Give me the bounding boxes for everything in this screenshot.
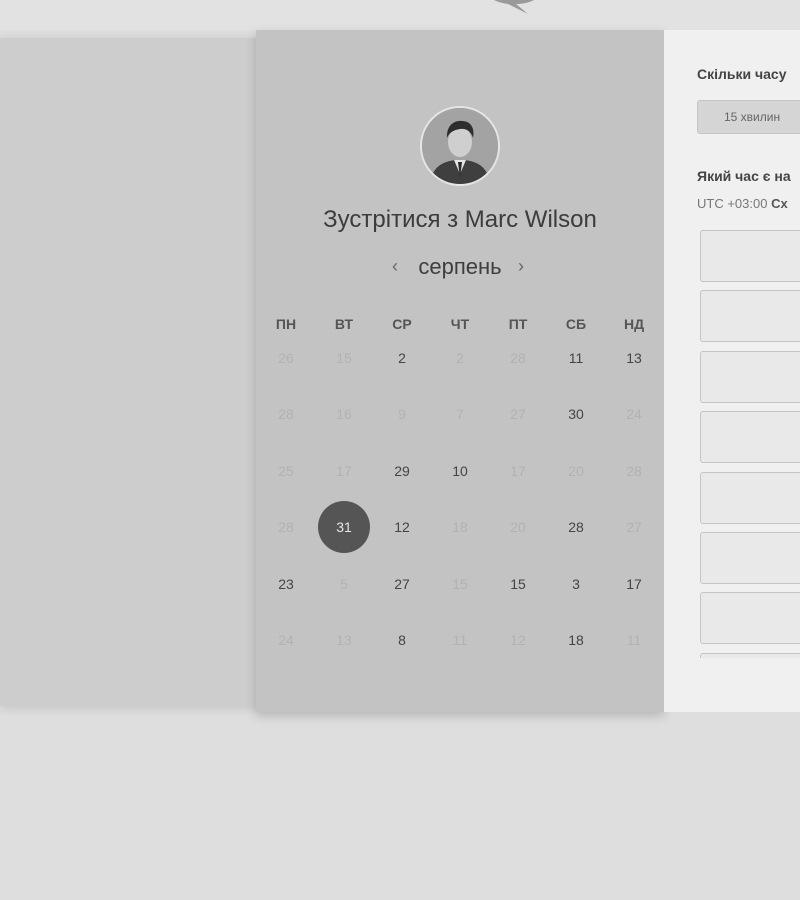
calendar-day[interactable]: 3 bbox=[550, 558, 602, 610]
time-slot-button[interactable] bbox=[700, 532, 800, 584]
timezone-name: Сх bbox=[771, 196, 788, 211]
calendar-day: 9 bbox=[398, 406, 406, 423]
weekday-label: СР bbox=[392, 316, 412, 332]
calendar-day: 15 bbox=[452, 575, 468, 592]
time-slot-button[interactable] bbox=[700, 230, 800, 282]
calendar-day: 16 bbox=[336, 406, 352, 423]
calendar-day: 26 bbox=[278, 350, 294, 366]
timezone-label: UTC +03:00 Сх bbox=[697, 196, 788, 211]
weekday-label: СБ bbox=[565, 316, 587, 332]
calendar-panel: Зустрітися з Marc Wilson ‹ серпень › ПН В… bbox=[256, 30, 664, 712]
calendar-day[interactable]: 30 bbox=[550, 388, 602, 440]
calendar-day[interactable]: 11 bbox=[550, 332, 602, 384]
month-navigation: ‹ серпень › bbox=[256, 254, 664, 282]
time-slot-button[interactable] bbox=[700, 471, 800, 524]
booking-panel: Скільки часу 15 хвилин Який час є на UTC… bbox=[664, 30, 800, 712]
time-slot-button[interactable] bbox=[700, 290, 800, 343]
calendar-day[interactable]: 23 bbox=[260, 558, 312, 610]
calendar-day: 2 bbox=[456, 350, 464, 366]
calendar-day[interactable]: 28 bbox=[550, 501, 602, 553]
time-question: Який час є на bbox=[697, 168, 791, 184]
calendar-day[interactable]: 2 bbox=[376, 332, 428, 384]
calendar-day: 11 bbox=[452, 632, 468, 648]
calendar-day: 17 bbox=[510, 462, 526, 479]
timezone-offset: UTC +03:00 bbox=[697, 196, 768, 211]
calendar-grid: 26 15 2 2 28 11 13 28 16 9 7 27 30 24 25 17 29 10 17 20 28 28… bbox=[256, 350, 664, 690]
calendar-day[interactable]: 8 bbox=[376, 614, 428, 666]
calendar-day: 27 bbox=[510, 406, 526, 423]
calendar-day: 11 bbox=[626, 632, 642, 648]
calendar-day: 25 bbox=[278, 462, 294, 479]
logo-icon bbox=[494, 0, 534, 14]
time-slot-list bbox=[700, 230, 800, 658]
time-slot-button[interactable] bbox=[700, 592, 800, 645]
weekday-label: ЧТ bbox=[450, 316, 470, 332]
calendar-day[interactable]: 17 bbox=[608, 558, 660, 610]
calendar-day: 18 bbox=[452, 519, 468, 536]
calendar-day: 20 bbox=[510, 519, 526, 536]
weekday-label: НД bbox=[623, 316, 645, 332]
host-avatar bbox=[420, 106, 500, 186]
calendar-day-selected[interactable]: 31 bbox=[318, 501, 370, 554]
chevron-right-icon[interactable]: › bbox=[518, 256, 524, 277]
person-photo-icon bbox=[422, 108, 498, 184]
month-label: серпень bbox=[418, 254, 502, 279]
calendar-day: 7 bbox=[456, 406, 464, 423]
calendar-day: 28 bbox=[626, 462, 642, 479]
calendar-day[interactable]: 29 bbox=[376, 445, 428, 497]
calendar-day: 24 bbox=[278, 632, 294, 648]
host-title: Зустрітися з Marc Wilson bbox=[323, 206, 597, 233]
time-slot-button[interactable] bbox=[700, 652, 800, 658]
calendar-day: 5 bbox=[340, 575, 348, 592]
backdrop-panel bbox=[0, 38, 262, 706]
calendar-day: 17 bbox=[336, 462, 352, 479]
calendar-day: 15 bbox=[336, 350, 352, 366]
time-slot-button[interactable] bbox=[700, 350, 800, 403]
calendar-day: 13 bbox=[336, 632, 352, 648]
calendar-day[interactable]: 27 bbox=[376, 558, 428, 610]
time-slot-button[interactable] bbox=[700, 411, 800, 464]
duration-question: Скільки часу bbox=[697, 66, 787, 82]
calendar-day: 28 bbox=[510, 350, 526, 366]
calendar-day[interactable]: 15 bbox=[492, 558, 544, 610]
weekday-label: ВТ bbox=[334, 316, 354, 332]
calendar-day: 28 bbox=[278, 406, 294, 423]
weekday-label: ПН bbox=[275, 316, 297, 332]
calendar-day: 12 bbox=[510, 632, 526, 648]
calendar-day[interactable]: 18 bbox=[550, 614, 602, 666]
duration-option-button[interactable]: 15 хвилин bbox=[697, 100, 800, 134]
calendar-day[interactable]: 12 bbox=[376, 501, 428, 553]
calendar-day: 20 bbox=[568, 462, 584, 479]
weekday-label: ПТ bbox=[508, 316, 528, 332]
calendar-day[interactable]: 13 bbox=[608, 332, 660, 384]
calendar-day[interactable]: 10 bbox=[434, 445, 486, 497]
calendar-day: 27 bbox=[626, 519, 642, 536]
calendar-day: 28 bbox=[278, 519, 294, 536]
top-bar bbox=[0, 0, 800, 30]
calendar-day: 24 bbox=[626, 406, 642, 423]
